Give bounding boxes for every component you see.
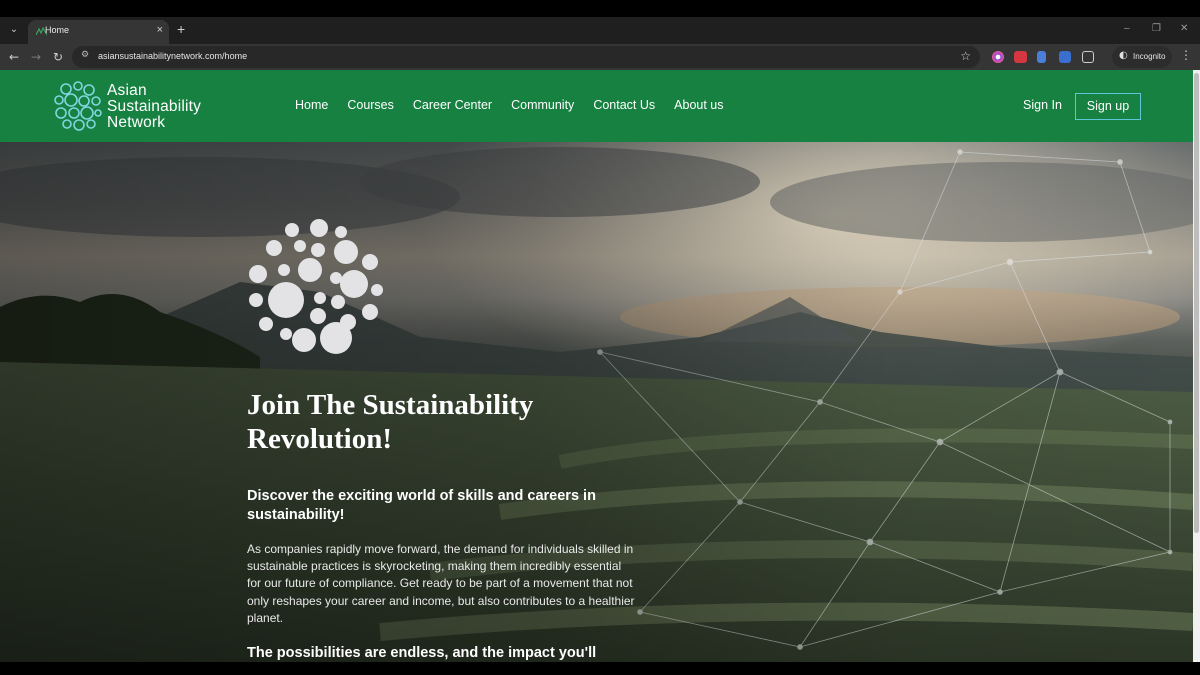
hero-subtitle: Discover the exciting world of skills an… — [247, 488, 596, 523]
main-nav: Home Courses Career Center Community Con… — [295, 98, 743, 112]
nav-courses[interactable]: Courses — [347, 98, 394, 112]
minimize-icon[interactable]: – — [1124, 23, 1130, 34]
sign-in-link[interactable]: Sign In — [1023, 98, 1062, 112]
address-bar[interactable]: ⚙ asiansustainabilitynetwork.com/home ☆ — [72, 46, 980, 68]
bookmark-star-icon[interactable]: ☆ — [960, 49, 971, 63]
new-tab-button[interactable]: + — [177, 21, 185, 37]
hero-more-text: The possibilities are endless, and the i… — [247, 645, 597, 661]
hero-title: Join The Sustainability Revolution! — [247, 389, 534, 455]
logo-line-1: Asian — [107, 82, 147, 99]
hero-body: As companies rapidly move forward, the d… — [247, 542, 635, 625]
nav-career-center[interactable]: Career Center — [413, 98, 492, 112]
incognito-label: Incognito — [1133, 52, 1166, 61]
incognito-icon: ◐ — [1119, 50, 1128, 61]
browser-menu-icon[interactable]: ⋮ — [1180, 48, 1192, 62]
extensions-puzzle-icon[interactable] — [1082, 51, 1094, 63]
extension-color-icon[interactable] — [992, 51, 1004, 63]
page-scrollbar[interactable] — [1193, 70, 1200, 662]
incognito-indicator[interactable]: ◐ Incognito — [1112, 46, 1172, 68]
site-header: Asian Sustainability Network Home Course… — [0, 70, 1193, 142]
close-window-icon[interactable]: ✕ — [1180, 23, 1188, 34]
sign-up-button[interactable]: Sign up — [1075, 93, 1141, 120]
restore-icon[interactable]: ❐ — [1152, 23, 1161, 34]
tab-search-icon[interactable]: ⌄ — [6, 22, 22, 38]
network-logo-icon[interactable] — [52, 80, 104, 132]
tab-strip: ⌄ Home × + – ❐ ✕ — [0, 17, 1200, 44]
site-info-icon[interactable]: ⚙ — [81, 50, 93, 62]
tab-home[interactable]: Home × — [28, 20, 169, 44]
reload-icon[interactable]: ↻ — [50, 49, 66, 65]
hero-network-emblem-icon — [249, 219, 383, 354]
logo-line-3: Network — [107, 114, 166, 131]
nav-community[interactable]: Community — [511, 98, 574, 112]
nav-about-us[interactable]: About us — [674, 98, 723, 112]
back-icon[interactable]: ← — [6, 49, 22, 65]
page-viewport: Asian Sustainability Network Home Course… — [0, 70, 1193, 662]
forward-icon[interactable]: → — [28, 49, 44, 65]
site-logo-text[interactable]: Asian Sustainability Network — [107, 83, 201, 131]
browser-window: ⌄ Home × + – ❐ ✕ ← → ↻ ⚙ asiansustainabi… — [0, 0, 1200, 675]
scrollbar-thumb[interactable] — [1194, 73, 1199, 533]
browser-toolbar: ← → ↻ ⚙ asiansustainabilitynetwork.com/h… — [0, 44, 1200, 70]
tab-title: Home — [45, 25, 70, 35]
nav-home[interactable]: Home — [295, 98, 328, 112]
tab-close-icon[interactable]: × — [157, 24, 163, 36]
translate-icon[interactable] — [1059, 51, 1071, 63]
adblock-icon[interactable] — [1014, 51, 1027, 63]
nav-contact-us[interactable]: Contact Us — [593, 98, 655, 112]
url-text[interactable]: asiansustainabilitynetwork.com/home — [98, 51, 247, 61]
extension-doc-icon[interactable] — [1037, 51, 1046, 63]
logo-line-2: Sustainability — [107, 98, 202, 115]
hero-section: Join The Sustainability Revolution! Disc… — [0, 142, 1193, 662]
